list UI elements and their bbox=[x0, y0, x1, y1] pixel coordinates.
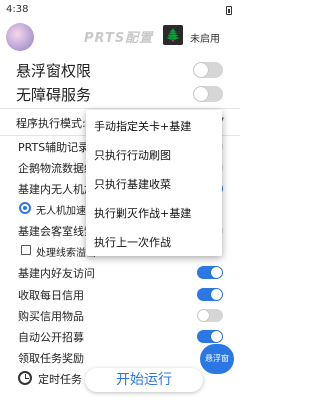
setting-label: PRTS辅助记录 bbox=[18, 141, 90, 154]
setting-row-daily-credit[interactable]: 收取每日信用 bbox=[0, 284, 240, 304]
toggle-knob bbox=[198, 310, 209, 321]
accessibility-service-label: 无障碍服务 bbox=[16, 86, 92, 104]
service-status-label: 未启用 bbox=[190, 34, 220, 45]
setting-label: 基建内无人机加 bbox=[18, 183, 95, 196]
floating-window-permission-toggle[interactable] bbox=[193, 62, 223, 78]
menu-item-base-only[interactable]: 只执行基建收菜 bbox=[94, 176, 171, 192]
status-bar: 4:38 bbox=[0, 0, 240, 20]
setting-label: 购买信用物品 bbox=[18, 310, 84, 323]
execution-mode-label: 程序执行模式: bbox=[16, 117, 86, 130]
setting-label: 自动公开招募 bbox=[18, 331, 84, 344]
toggle-knob bbox=[211, 331, 222, 342]
app-header: PRTS配置 🌲 未启用 bbox=[0, 20, 240, 54]
setting-toggle[interactable] bbox=[197, 330, 223, 343]
bottom-bar: 定时任务 开始运行 bbox=[0, 366, 240, 400]
battery-icon bbox=[226, 6, 232, 15]
toggle-knob bbox=[211, 289, 222, 300]
toggle-knob bbox=[211, 267, 222, 278]
accessibility-service-toggle[interactable] bbox=[193, 86, 223, 102]
app-title: PRTS配置 bbox=[84, 31, 154, 46]
start-run-button[interactable]: 开始运行 bbox=[85, 368, 203, 392]
menu-item-last-operation[interactable]: 执行上一次作战 bbox=[94, 234, 171, 250]
setting-label: 领取任务奖励 bbox=[18, 352, 84, 365]
setting-toggle[interactable] bbox=[197, 266, 223, 279]
setting-toggle[interactable] bbox=[197, 309, 223, 322]
checkbox[interactable] bbox=[21, 245, 31, 255]
setting-row-buy-credit-items[interactable]: 购买信用物品 bbox=[0, 305, 240, 325]
execution-mode-menu: 手动指定关卡+基建 只执行行动刷图 只执行基建收菜 执行剿灭作战+基建 执行上一… bbox=[86, 110, 222, 256]
status-time: 4:38 bbox=[6, 4, 29, 15]
avatar[interactable] bbox=[6, 23, 34, 51]
setting-label: 收取每日信用 bbox=[18, 289, 84, 302]
setting-toggle[interactable] bbox=[197, 288, 223, 301]
menu-item-annihilation-base[interactable]: 执行剿灭作战+基建 bbox=[94, 205, 191, 221]
scheduled-task-label[interactable]: 定时任务 bbox=[38, 371, 82, 387]
setting-label: 企鹅物流数据统 bbox=[18, 162, 95, 175]
setting-row-friend-visit[interactable]: 基建内好友访问 bbox=[0, 262, 240, 282]
menu-item-stage-only[interactable]: 只执行行动刷图 bbox=[94, 147, 171, 163]
floating-window-permission-label: 悬浮窗权限 bbox=[16, 62, 92, 80]
menu-item-manual-stage-base[interactable]: 手动指定关卡+基建 bbox=[94, 118, 191, 134]
radio-button[interactable] bbox=[19, 202, 31, 214]
setting-row-auto-recruit[interactable]: 自动公开招募 bbox=[0, 326, 240, 346]
alarm-clock-icon[interactable] bbox=[18, 371, 32, 385]
setting-label: 基建内好友访问 bbox=[18, 267, 95, 280]
setting-label: 基建会客室线索 bbox=[18, 225, 95, 238]
toggle-knob bbox=[194, 63, 208, 77]
tree-icon[interactable]: 🌲 bbox=[163, 25, 183, 45]
floating-window-permission-row[interactable]: 悬浮窗权限 bbox=[0, 58, 240, 82]
accessibility-service-row[interactable]: 无障碍服务 bbox=[0, 82, 240, 106]
toggle-knob bbox=[194, 87, 208, 101]
